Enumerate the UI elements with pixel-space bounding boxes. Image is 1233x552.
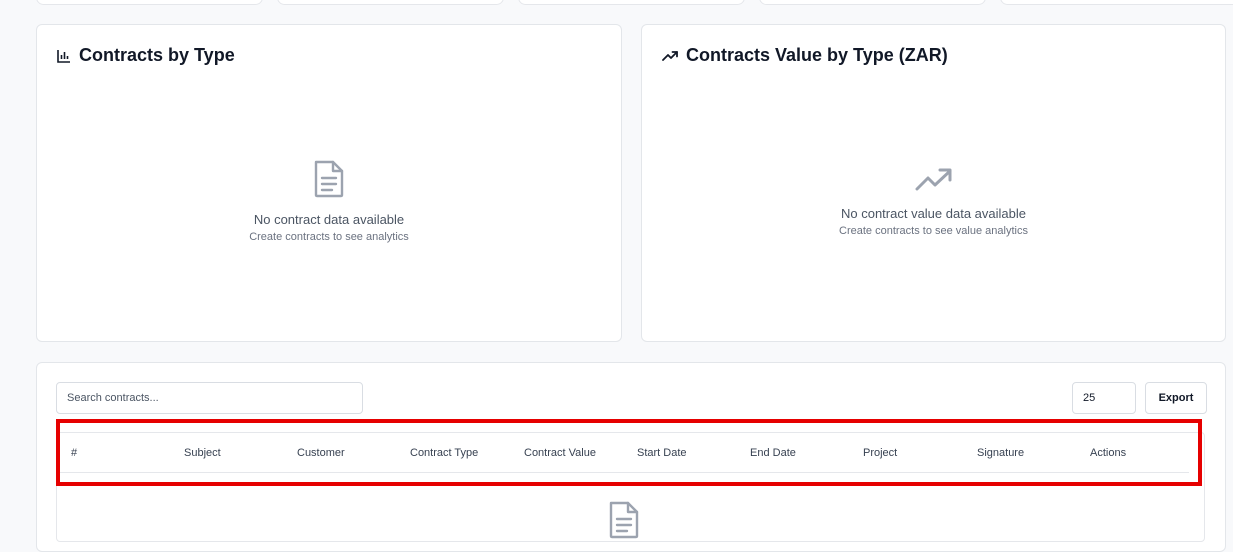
empty-message: No contract data available (253, 212, 405, 227)
trending-up-icon (915, 167, 953, 198)
bar-chart-icon (57, 49, 71, 63)
search-input[interactable] (56, 382, 363, 414)
column-header-end-date[interactable]: End Date (750, 433, 796, 473)
summary-card (277, 0, 504, 5)
summary-card (36, 0, 263, 5)
contracts-by-type-title: Contracts by Type (57, 45, 235, 66)
column-header-signature[interactable]: Signature (977, 433, 1024, 473)
column-header-subject[interactable]: Subject (184, 433, 221, 473)
card-title-text: Contracts by Type (79, 45, 235, 65)
document-icon (312, 159, 346, 204)
summary-card (759, 0, 986, 5)
trending-up-icon (662, 50, 678, 62)
empty-state: No contract data available Create contra… (37, 159, 621, 243)
empty-message: No contract value data available (840, 206, 1026, 221)
empty-state: No contract value data available Create … (642, 167, 1225, 237)
export-button[interactable]: Export (1145, 382, 1207, 414)
empty-subtext: Create contracts to see value analytics (839, 225, 1028, 237)
summary-card (518, 0, 745, 5)
column-header-project[interactable]: Project (863, 433, 897, 473)
contracts-table-card: 25 Export # Subject Customer Contract Ty… (36, 362, 1226, 552)
column-header-start-date[interactable]: Start Date (637, 433, 687, 473)
column-header-number[interactable]: # (71, 433, 77, 473)
column-header-actions: Actions (1090, 447, 1127, 459)
column-header-contract-value[interactable]: Contract Value (524, 433, 596, 473)
contracts-table: # Subject Customer Contract Type Contrac… (56, 432, 1205, 542)
table-header-row: # Subject Customer Contract Type Contrac… (57, 433, 1189, 473)
contracts-value-card: Contracts Value by Type (ZAR) No contrac… (641, 24, 1226, 342)
column-header-customer[interactable]: Customer (297, 433, 345, 473)
contracts-by-type-card: Contracts by Type No contract data avail… (36, 24, 622, 342)
per-page-select[interactable]: 25 (1072, 382, 1136, 414)
summary-card (1000, 0, 1233, 5)
contracts-value-title: Contracts Value by Type (ZAR) (662, 45, 948, 66)
column-header-contract-type[interactable]: Contract Type (410, 433, 478, 473)
card-title-text: Contracts Value by Type (ZAR) (686, 45, 948, 65)
document-icon (607, 500, 641, 545)
empty-subtext: Create contracts to see analytics (249, 231, 409, 243)
